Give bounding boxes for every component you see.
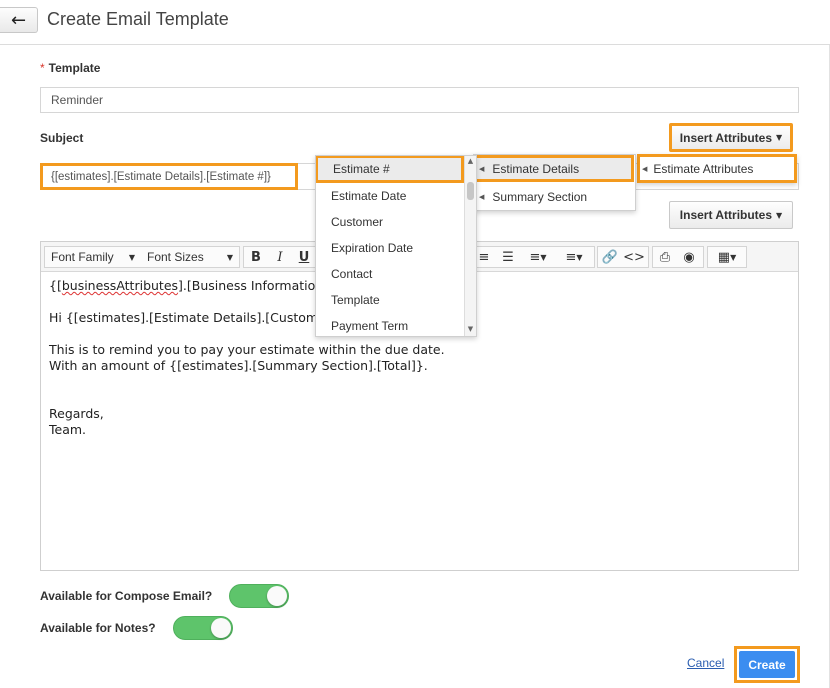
arrow-left-icon: ← (10, 9, 27, 31)
scroll-up-icon[interactable]: ▲ (465, 157, 476, 167)
estimate-fields-menu: Estimate # Estimate Date Customer Expira… (315, 155, 477, 337)
template-label: * Template (40, 61, 101, 75)
bullet-list-icon[interactable]: ≡ ▼ (520, 247, 556, 267)
caret-left-icon: ◀ (479, 193, 485, 201)
compose-email-toggle[interactable] (229, 584, 289, 608)
font-family-select[interactable]: Font Family ▼ (45, 247, 141, 267)
template-input[interactable]: Reminder (40, 87, 799, 113)
caret-down-icon: ▼ (226, 252, 233, 262)
create-button-highlight: Create (734, 646, 800, 683)
insert-group: 🔗 <> (597, 246, 649, 268)
menu-item-summary-section[interactable]: ◀ Summary Section (474, 184, 634, 210)
editor-line: Team. (49, 422, 87, 437)
menu-scrollbar[interactable]: ▲ ▼ (464, 156, 476, 336)
font-select-group: Font Family ▼ Font Sizes ▼ (44, 246, 240, 268)
editor-line: This is to remind you to pay your estima… (49, 342, 445, 357)
menu-item-estimate-details[interactable]: ◀ Estimate Details (474, 155, 634, 182)
menu-item-estimate-number[interactable]: Estimate # (316, 156, 464, 183)
back-button[interactable]: ← (0, 7, 38, 33)
caret-down-icon: ▼ (776, 210, 783, 220)
menu-item-estimate-attributes[interactable]: ◀ Estimate Attributes (637, 154, 797, 183)
subject-input[interactable]: {[estimates].[Estimate Details].[Estimat… (40, 163, 298, 190)
table-group: ▦ ▼ (707, 246, 747, 268)
subject-label: Subject (40, 131, 84, 145)
menu-item-estimate-date[interactable]: Estimate Date (316, 183, 406, 209)
scroll-down-icon[interactable]: ▼ (465, 325, 476, 335)
table-icon[interactable]: ▦ ▼ (708, 247, 746, 267)
paragraph-group: ≡ ☰ ≡ ▼ ≡ ▼ (471, 246, 595, 268)
caret-down-icon: ▼ (776, 133, 783, 142)
notes-label: Available for Notes? (40, 621, 156, 635)
editor-line: With an amount of {[estimates].[Summary … (49, 358, 428, 373)
caret-left-icon: ◀ (479, 164, 485, 173)
required-mark: * (40, 61, 45, 75)
editor-line: Regards, (49, 406, 104, 421)
italic-button[interactable]: I (268, 247, 292, 267)
page-title: Create Email Template (47, 9, 229, 29)
caret-down-icon: ▼ (128, 252, 135, 262)
template-input-value: Reminder (51, 93, 104, 107)
subject-insert-attributes-button[interactable]: Insert Attributes ▼ (669, 123, 793, 152)
print-icon[interactable]: ⎙ (653, 247, 677, 267)
toggle-knob (267, 586, 287, 606)
menu-item-customer[interactable]: Customer (316, 209, 383, 235)
font-sizes-select[interactable]: Font Sizes ▼ (141, 247, 239, 267)
scroll-thumb[interactable] (467, 182, 474, 200)
view-group: ⎙ ◉ (652, 246, 704, 268)
menu-item-template[interactable]: Template (316, 287, 380, 313)
menu-item-expiration-date[interactable]: Expiration Date (316, 235, 413, 261)
caret-left-icon: ◀ (642, 164, 648, 173)
numbered-list-icon[interactable]: ≡ ▼ (556, 247, 592, 267)
notes-toggle[interactable] (173, 616, 233, 640)
subject-input-value: {[estimates].[Estimate Details].[Estimat… (51, 170, 271, 183)
menu-item-contact[interactable]: Contact (316, 261, 372, 287)
create-button[interactable]: Create (739, 651, 795, 678)
menu-item-payment-term[interactable]: Payment Term (316, 313, 408, 336)
preview-eye-icon[interactable]: ◉ (677, 247, 701, 267)
compose-email-label: Available for Compose Email? (40, 589, 213, 603)
link-icon[interactable]: 🔗 (598, 247, 622, 267)
code-view-icon[interactable]: <> (622, 247, 646, 267)
bold-button[interactable]: B (244, 247, 268, 267)
body-insert-attributes-button[interactable]: Insert Attributes ▼ (669, 201, 793, 229)
justify-icon[interactable]: ☰ (496, 247, 520, 267)
page-header: ← Create Email Template (0, 0, 830, 45)
cancel-link[interactable]: Cancel (687, 656, 724, 670)
attributes-menu: ◀ Estimate Attributes (637, 154, 797, 183)
underline-button[interactable]: U (292, 247, 316, 267)
estimate-sections-menu: ◀ Estimate Details ◀ Summary Section (473, 154, 636, 211)
format-group: B I U (243, 246, 319, 268)
toggle-knob (211, 618, 231, 638)
